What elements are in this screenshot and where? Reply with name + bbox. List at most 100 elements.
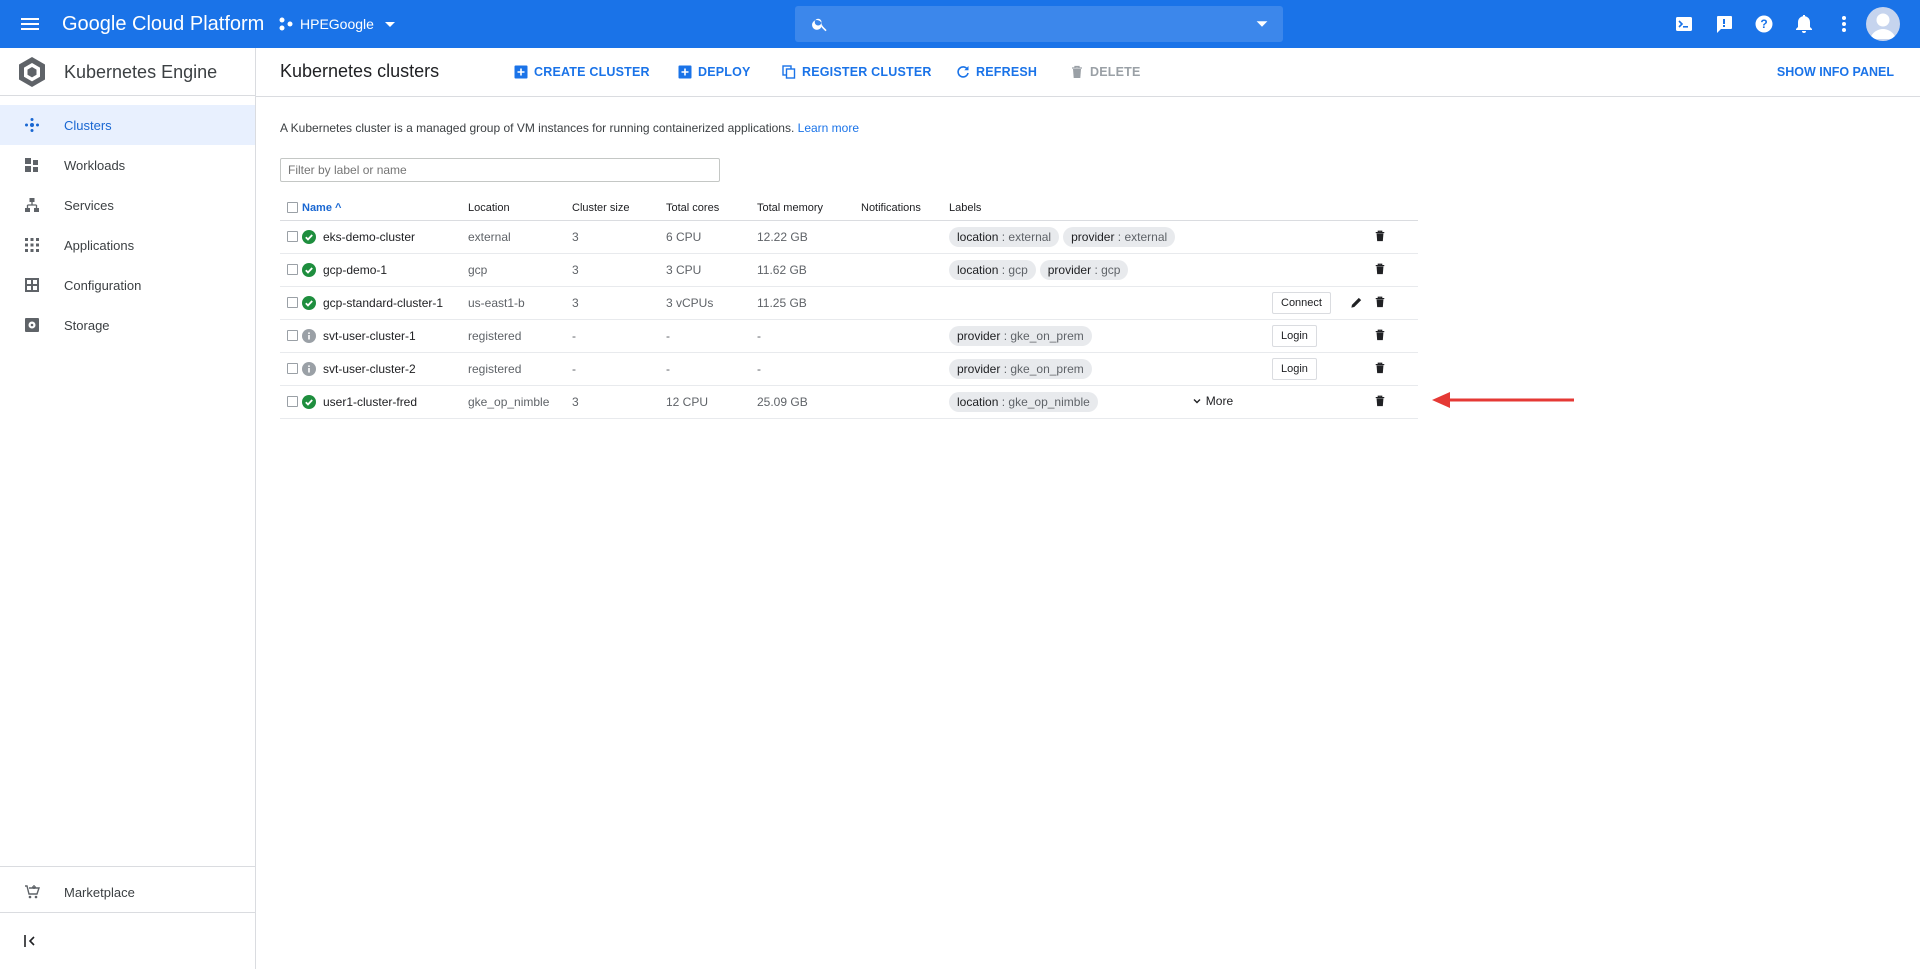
cluster-name-link[interactable]: svt-user-cluster-2	[323, 362, 416, 376]
cluster-cores: 3 CPU	[666, 253, 757, 287]
create-cluster-button[interactable]: CREATE CLUSTER	[514, 65, 650, 79]
row-checkbox[interactable]	[287, 330, 298, 341]
label-chip: provider : gcp	[1039, 259, 1129, 280]
column-header-total-memory[interactable]: Total memory	[757, 196, 861, 221]
sidebar-footer: Marketplace	[0, 866, 255, 917]
more-vert-icon[interactable]	[1832, 12, 1856, 36]
delete-icon[interactable]	[1374, 395, 1388, 409]
column-header-cluster-size[interactable]: Cluster size	[572, 196, 666, 221]
delete-button[interactable]: DELETE	[1070, 65, 1141, 79]
cluster-memory: 12.22 GB	[757, 220, 861, 254]
cluster-cores: 3 vCPUs	[666, 286, 757, 320]
refresh-icon	[956, 65, 970, 79]
table-row[interactable]: user1-cluster-fred gke_op_nimble 3 12 CPU 25…	[280, 385, 1418, 419]
table-row[interactable]: svt-user-cluster-2 registered - - - provider …	[280, 352, 1418, 386]
cluster-memory: 25.09 GB	[757, 385, 861, 419]
sidebar-item-applications[interactable]: Applications	[0, 225, 255, 265]
register-cluster-button[interactable]: REGISTER CLUSTER	[782, 65, 932, 79]
cluster-name-link[interactable]: gcp-standard-cluster-1	[323, 296, 443, 310]
learn-more-link[interactable]: Learn more	[798, 121, 859, 135]
table-row[interactable]: eks-demo-cluster external 3 6 CPU 12.22 GB lo…	[280, 220, 1418, 254]
delete-icon[interactable]	[1374, 230, 1388, 244]
cluster-memory: 11.25 GB	[757, 286, 861, 320]
feedback-icon[interactable]	[1712, 12, 1736, 36]
column-header-labels: Labels	[949, 196, 1272, 221]
cluster-location: us-east1-b	[468, 286, 572, 320]
register-cluster-label: REGISTER CLUSTER	[802, 65, 932, 79]
login-button[interactable]: Login	[1272, 324, 1317, 347]
sidebar-item-storage[interactable]: Storage	[0, 305, 255, 345]
table-row[interactable]: gcp-demo-1 gcp 3 3 CPU 11.62 GB location : gc…	[280, 253, 1418, 287]
login-button[interactable]: Login	[1272, 357, 1317, 380]
column-header-location[interactable]: Location	[468, 196, 572, 221]
chevron-down-icon	[380, 14, 400, 34]
show-info-panel-button[interactable]: SHOW INFO PANEL	[1777, 65, 1894, 79]
delete-icon[interactable]	[1374, 296, 1388, 310]
sidebar-item-label: Workloads	[64, 157, 126, 173]
connect-button[interactable]: Connect	[1272, 291, 1331, 314]
label-chip: provider : gke_on_prem	[949, 358, 1092, 379]
search-icon	[811, 15, 829, 33]
sidebar-item-clusters[interactable]: Clusters	[0, 105, 255, 145]
search-dropdown-icon[interactable]	[1253, 15, 1271, 33]
collapse-sidebar-icon[interactable]	[24, 934, 38, 948]
sidebar-item-marketplace[interactable]: Marketplace	[0, 867, 255, 917]
cluster-memory: -	[757, 352, 861, 386]
clusters-table-body: eks-demo-cluster external 3 6 CPU 12.22 GB lo…	[280, 220, 1418, 419]
cluster-name-link[interactable]: svt-user-cluster-1	[323, 329, 416, 343]
label-chip: location : external	[949, 226, 1060, 247]
sidebar-item-configuration[interactable]: Configuration	[0, 265, 255, 305]
project-selector[interactable]: HPEGoogle	[278, 12, 400, 36]
brand-title[interactable]: Google Cloud Platform	[62, 12, 264, 36]
top-app-bar: Google Cloud Platform HPEGoogle ?	[0, 0, 1920, 48]
sidebar-item-label: Configuration	[64, 277, 142, 293]
services-icon	[24, 197, 40, 213]
cluster-labels: location : gcp provider : gcp	[949, 253, 1272, 287]
menu-icon[interactable]	[18, 12, 42, 36]
cluster-location: registered	[468, 319, 572, 353]
delete-icon[interactable]	[1374, 362, 1388, 376]
row-checkbox[interactable]	[287, 297, 298, 308]
delete-icon[interactable]	[1374, 263, 1388, 277]
clusters-table: Name ^ Location Cluster size Total cores…	[280, 196, 1418, 419]
project-name: HPEGoogle	[300, 16, 374, 32]
sort-ascending-icon: ^	[335, 201, 342, 214]
cluster-name-link[interactable]: user1-cluster-fred	[323, 395, 417, 409]
delete-icon[interactable]	[1374, 329, 1388, 343]
deploy-button[interactable]: DEPLOY	[678, 65, 751, 79]
column-header-name[interactable]: Name ^	[302, 196, 468, 221]
cloud-shell-icon[interactable]	[1672, 12, 1696, 36]
row-checkbox[interactable]	[287, 363, 298, 374]
refresh-button[interactable]: REFRESH	[956, 65, 1037, 79]
chevron-down-icon	[1192, 396, 1202, 406]
notifications-icon[interactable]	[1792, 12, 1816, 36]
account-avatar[interactable]	[1866, 7, 1900, 41]
filter-input[interactable]	[280, 158, 720, 182]
column-header-total-cores[interactable]: Total cores	[666, 196, 757, 221]
status-ok-icon	[302, 394, 316, 409]
help-icon[interactable]: ?	[1752, 12, 1776, 36]
product-title: Kubernetes Engine	[64, 62, 218, 82]
table-row[interactable]: gcp-standard-cluster-1 us-east1-b 3 3 vCPUs…	[280, 286, 1418, 320]
marketplace-cart-icon	[24, 884, 40, 900]
row-checkbox[interactable]	[287, 231, 298, 242]
page-title: Kubernetes clusters	[280, 61, 440, 81]
cluster-name-link[interactable]: gcp-demo-1	[323, 263, 387, 277]
row-checkbox[interactable]	[287, 396, 298, 407]
table-row[interactable]: svt-user-cluster-1 registered - - - provider …	[280, 319, 1418, 353]
search-bar[interactable]	[795, 6, 1283, 42]
cluster-name-link[interactable]: eks-demo-cluster	[323, 230, 415, 244]
cluster-notifications	[861, 385, 949, 419]
edit-icon[interactable]	[1350, 296, 1364, 310]
cluster-location: gcp	[468, 253, 572, 287]
cluster-notifications	[861, 286, 949, 320]
cluster-labels: location : external provider : external	[949, 220, 1272, 254]
cluster-size: 3	[572, 220, 666, 254]
select-all-checkbox[interactable]	[287, 202, 298, 214]
sidebar-item-workloads[interactable]: Workloads	[0, 145, 255, 185]
cluster-location: gke_op_nimble	[468, 385, 572, 419]
sidebar-item-services[interactable]: Services	[0, 185, 255, 225]
cluster-size: -	[572, 319, 666, 353]
row-checkbox[interactable]	[287, 264, 298, 275]
more-labels-button[interactable]: More	[1192, 394, 1233, 408]
